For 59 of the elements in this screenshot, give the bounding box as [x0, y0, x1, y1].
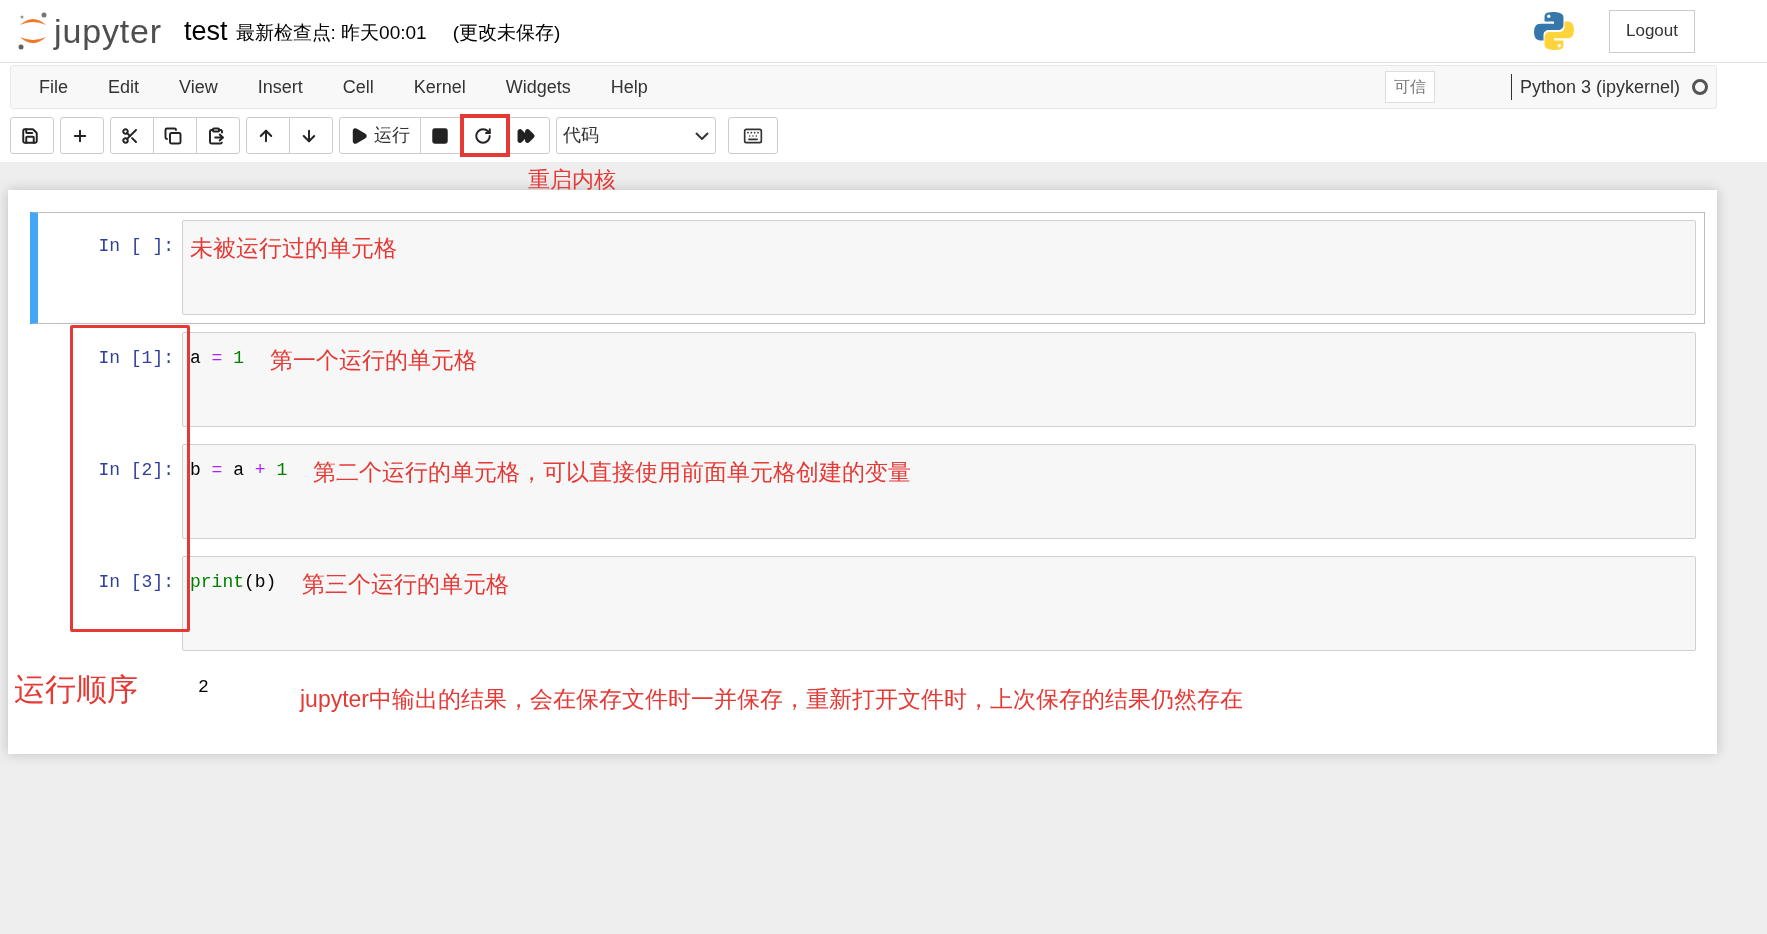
stop-icon — [431, 126, 449, 145]
menu-item[interactable]: Kernel — [393, 73, 486, 101]
copy-icon — [164, 126, 182, 145]
notebook-cell[interactable]: In [1]: a = 1 第一个运行的单元格 — [30, 324, 1705, 436]
save-icon — [21, 126, 39, 145]
input-prompt: In [3]: — [98, 571, 174, 594]
cell-type-dropdown[interactable]: 代码 — [556, 117, 716, 154]
checkpoint-text: 最新检查点: 昨天00:01 — [235, 20, 427, 45]
notebook-cell[interactable]: In [2]: b = a + 1 第二个运行的单元格，可以直接使用前面单元格创建的变量 — [30, 436, 1705, 548]
run-button[interactable]: 运行 — [339, 117, 421, 154]
notebook-name[interactable]: test — [184, 10, 228, 52]
menu-item[interactable]: Help — [590, 73, 668, 101]
menu-item[interactable]: View — [159, 73, 238, 101]
annotation-text: jupyter中输出的结果，会在保存文件时一并保存，重新打开文件时，上次保存的结果仍然存在 — [300, 685, 1244, 714]
annotation-text: 第二个运行的单元格，可以直接使用前面单元格创建的变量 — [313, 458, 912, 487]
trusted-indicator[interactable]: 可信 — [1384, 71, 1435, 103]
keyboard-button[interactable] — [728, 117, 778, 154]
input-prompt: In [ ]: — [98, 235, 174, 258]
code-input-area[interactable]: print(b) 第三个运行的单元格 — [182, 556, 1696, 651]
restart-button[interactable] — [463, 117, 507, 154]
chevron-down-icon — [695, 131, 709, 140]
logout-button[interactable]: Logout — [1609, 9, 1695, 53]
code-line: print(b) — [190, 571, 277, 594]
output-text: 2 — [197, 676, 210, 699]
paste-icon — [207, 126, 225, 145]
menu-item[interactable]: Insert — [237, 73, 323, 101]
menu-item[interactable]: File — [19, 73, 88, 101]
up-button[interactable] — [246, 117, 290, 154]
code-input-area[interactable]: 未被运行过的单元格 — [182, 220, 1696, 315]
menu-item[interactable]: Widgets — [485, 73, 591, 101]
fast-forward-icon — [517, 126, 535, 145]
input-prompt: In [1]: — [98, 347, 174, 370]
annotation-text: 未被运行过的单元格 — [190, 234, 397, 263]
code-line: b = a + 1 — [190, 459, 288, 482]
logo-text: jupyter — [54, 14, 162, 48]
input-prompt: In [2]: — [98, 459, 174, 482]
annotation-text: 第三个运行的单元格 — [302, 570, 510, 599]
play-icon — [350, 126, 368, 145]
python-logo-icon — [1533, 10, 1575, 52]
paste-button[interactable] — [196, 117, 240, 154]
annotation-text: 运行顺序 — [14, 674, 139, 705]
code-input-area[interactable]: a = 1 第一个运行的单元格 — [182, 332, 1696, 427]
copy-button[interactable] — [153, 117, 197, 154]
add-button[interactable] — [60, 117, 104, 154]
down-button[interactable] — [289, 117, 333, 154]
autosave-status: (更改未保存) — [452, 20, 561, 45]
restart-icon — [474, 126, 492, 145]
notebook-cell[interactable]: In [3]: print(b) 第三个运行的单元格 — [30, 548, 1705, 660]
menu-item[interactable]: Edit — [88, 73, 160, 101]
annotation-text: 第一个运行的单元格 — [270, 346, 478, 375]
annotation-text: 重启内核 — [528, 166, 616, 194]
save-button[interactable] — [10, 117, 54, 154]
scissors-icon — [121, 126, 139, 145]
code-line: a = 1 — [190, 347, 245, 370]
code-input-area[interactable]: b = a + 1 第二个运行的单元格，可以直接使用前面单元格创建的变量 — [182, 444, 1696, 539]
cut-button[interactable] — [110, 117, 154, 154]
notebook-cell[interactable]: In [ ]: 未被运行过的单元格 — [30, 212, 1705, 324]
menu-item[interactable]: Cell — [322, 73, 394, 101]
kernel-name: Python 3 (ipykernel) — [1519, 75, 1680, 99]
